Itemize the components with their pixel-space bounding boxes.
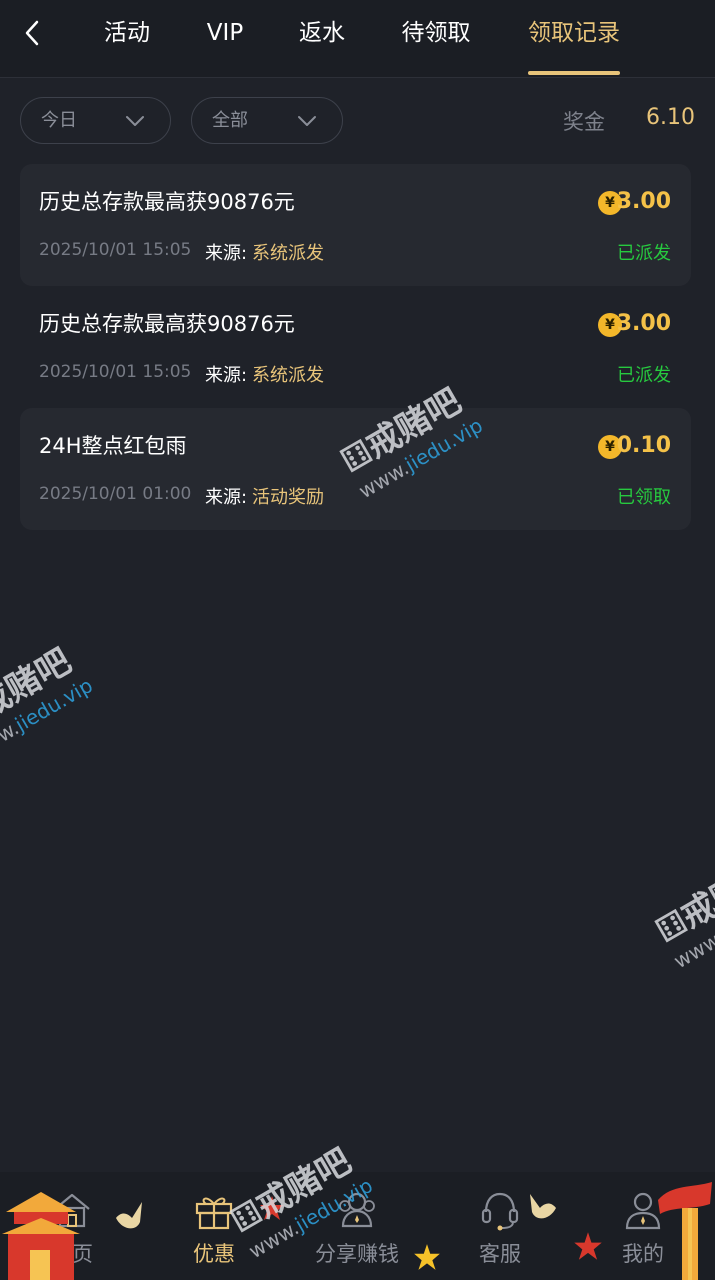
record-source: 活动奖励 xyxy=(252,487,324,508)
nav-profile-label: 我的 xyxy=(622,1242,664,1266)
record-status: 已派发 xyxy=(617,365,671,386)
headset-icon xyxy=(481,1192,519,1231)
chevron-down-icon xyxy=(298,116,316,126)
tab-activity[interactable]: 活动 xyxy=(104,0,150,78)
bonus-total: 6.10 xyxy=(646,105,695,130)
record-time: 2025/10/01 15:05 xyxy=(39,362,192,382)
nav-home[interactable]: 首页 xyxy=(2,1172,142,1280)
home-icon xyxy=(54,1193,90,1228)
nav-profile[interactable]: 我的 xyxy=(573,1172,713,1280)
type-filter-value: 全部 xyxy=(212,110,248,131)
record-amount: 0.10 xyxy=(616,433,671,458)
record-source-label: 来源: xyxy=(205,243,248,264)
nav-customer-service[interactable]: 客服 xyxy=(430,1172,570,1280)
record-time: 2025/10/01 01:00 xyxy=(39,484,192,504)
chevron-down-icon xyxy=(126,116,144,126)
bottom-nav: 首页 优惠 分享赚钱 客服 我的 xyxy=(0,1172,715,1280)
watermark: ⚅戒赌吧 www.jiedu.vip xyxy=(645,841,715,974)
top-bar: 活动 VIP 返水 待领取 领取记录 xyxy=(0,0,715,78)
share-earn-icon xyxy=(339,1192,375,1228)
record-amount: 3.00 xyxy=(616,189,671,214)
date-filter-value: 今日 xyxy=(41,110,77,131)
tab-rebate[interactable]: 返水 xyxy=(298,0,346,78)
watermark-brand: 戒赌吧 xyxy=(0,641,78,727)
record-source: 系统派发 xyxy=(252,365,324,386)
nav-home-label: 首页 xyxy=(51,1242,93,1266)
record-source: 系统派发 xyxy=(252,243,324,264)
claim-record: 历史总存款最高获90876元 2025/10/01 15:05 来源: 系统派发… xyxy=(20,286,691,408)
tab-pending[interactable]: 待领取 xyxy=(400,0,472,78)
tab-bar: 活动 VIP 返水 待领取 领取记录 xyxy=(0,0,715,78)
dice-icon: ⚅ xyxy=(649,902,695,952)
nav-promotions[interactable]: 优惠 xyxy=(144,1172,284,1280)
nav-share-earn-label: 分享赚钱 xyxy=(315,1242,399,1266)
active-tab-indicator xyxy=(528,71,620,75)
watermark-www: www. xyxy=(669,925,715,974)
bonus-label: 奖金 xyxy=(563,110,605,134)
gift-icon xyxy=(195,1197,233,1230)
tab-claim-records[interactable]: 领取记录 xyxy=(526,0,622,78)
tab-vip[interactable]: VIP xyxy=(205,0,245,78)
type-filter-dropdown[interactable]: 全部 xyxy=(191,97,343,144)
date-filter-dropdown[interactable]: 今日 xyxy=(20,97,171,144)
watermark-www: www. xyxy=(0,715,23,764)
watermark: ⚅戒赌吧 www.jiedu.vip xyxy=(0,631,97,764)
record-status: 已派发 xyxy=(617,243,671,264)
watermark-domain: jiedu.vip xyxy=(10,673,97,737)
record-status: 已领取 xyxy=(617,487,671,508)
record-source-label: 来源: xyxy=(205,487,248,508)
record-title: 历史总存款最高获90876元 xyxy=(39,312,295,336)
record-time: 2025/10/01 15:05 xyxy=(39,240,192,260)
nav-customer-service-label: 客服 xyxy=(479,1242,521,1266)
record-amount: 3.00 xyxy=(616,311,671,336)
watermark-brand: 戒赌吧 xyxy=(674,851,715,937)
record-title: 历史总存款最高获90876元 xyxy=(39,190,295,214)
nav-share-earn[interactable]: 分享赚钱 xyxy=(287,1172,427,1280)
record-source-label: 来源: xyxy=(205,365,248,386)
nav-promotions-label: 优惠 xyxy=(193,1242,235,1266)
claim-record: 24H整点红包雨 2025/10/01 01:00 来源: 活动奖励 ¥ 0.1… xyxy=(20,408,691,530)
record-title: 24H整点红包雨 xyxy=(39,434,187,458)
user-icon xyxy=(625,1192,661,1230)
claim-record: 历史总存款最高获90876元 2025/10/01 15:05 来源: 系统派发… xyxy=(20,164,691,286)
